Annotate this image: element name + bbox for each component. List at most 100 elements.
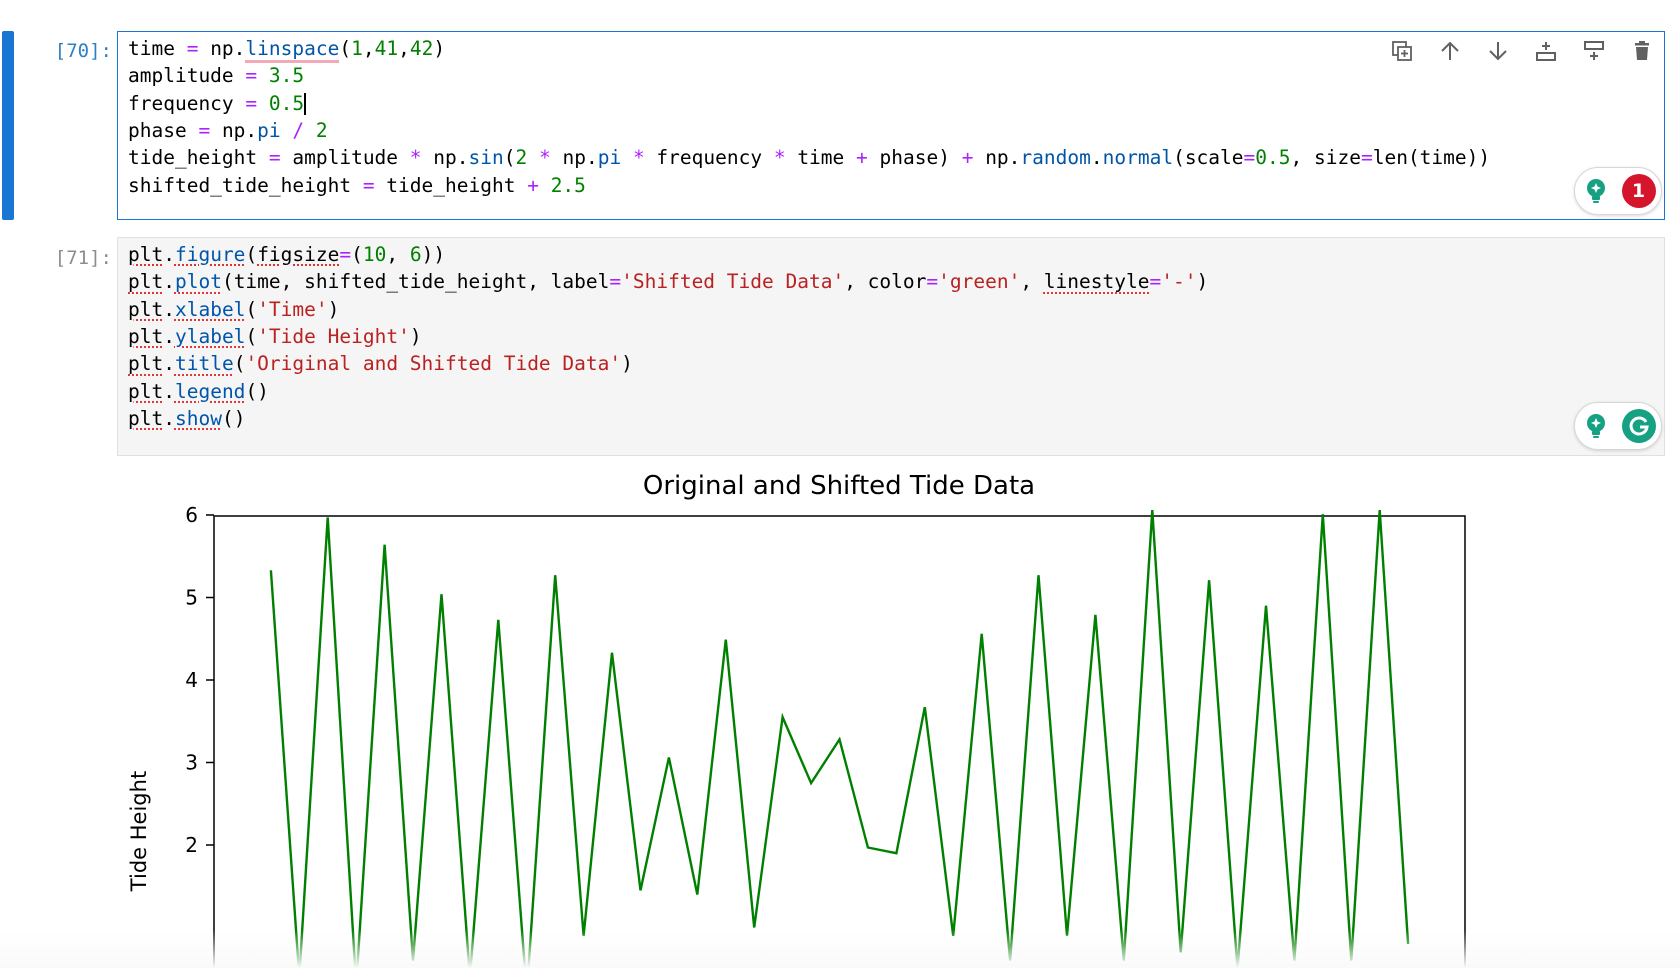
lightbulb-icon[interactable] <box>1581 411 1611 441</box>
code-token: linestyle <box>1043 270 1150 294</box>
active-cell-indicator <box>2 31 14 220</box>
code-token: , <box>362 37 375 60</box>
grammarly-widget-cell-70[interactable]: 1 <box>1574 167 1662 215</box>
y-tick-label: 5 <box>185 586 198 610</box>
code-token: (time, shifted_tide_height, label <box>221 270 610 294</box>
code-token: np. <box>210 118 258 142</box>
code-token: frequency <box>128 91 246 115</box>
code-token: () <box>221 406 246 430</box>
code-token: len(time)) <box>1372 146 1491 170</box>
code-token: 2.5 <box>550 173 586 197</box>
code-token: 'Shifted Tide Data' <box>621 270 845 294</box>
code-token: tide_height <box>128 146 269 170</box>
code-token: = <box>186 37 199 60</box>
series-line <box>269 510 1410 968</box>
code-token: / <box>292 118 305 142</box>
code-token: = <box>268 146 281 170</box>
duplicate-icon[interactable] <box>1389 38 1415 64</box>
move-up-icon[interactable] <box>1437 38 1463 64</box>
code-token: np. <box>973 146 1021 170</box>
grammarly-widget-cell-71[interactable] <box>1574 402 1662 450</box>
code-token: np. <box>198 37 246 60</box>
code-line: plt.xlabel('Time') <box>128 295 339 324</box>
code-token: np. <box>550 146 598 170</box>
code-token: ( <box>245 324 258 348</box>
code-token: . <box>163 352 175 376</box>
code-token: 10 <box>362 243 387 266</box>
move-down-icon[interactable] <box>1485 38 1511 64</box>
code-token: = <box>609 270 622 294</box>
code-line: plt.title('Original and Shifted Tide Dat… <box>128 349 633 378</box>
code-token: normal <box>1102 146 1174 170</box>
code-token: plt <box>128 324 164 348</box>
grammarly-issue-badge[interactable]: 1 <box>1621 174 1656 208</box>
chart-title: Original and Shifted Tide Data <box>643 471 1035 501</box>
code-token: * <box>538 146 551 170</box>
code-token: figure <box>174 243 246 266</box>
code-token: ) <box>621 352 633 376</box>
code-token: random <box>1020 146 1091 170</box>
code-token: + <box>961 146 974 170</box>
code-line: plt.figure(figsize=(10, 6)) <box>128 240 445 269</box>
grammarly-logo-icon[interactable] <box>1621 409 1656 443</box>
code-token: np. <box>421 146 469 170</box>
code-token: show <box>174 406 222 430</box>
code-token: = <box>1360 146 1373 170</box>
code-token: 2 <box>315 118 328 142</box>
code-token: plot <box>174 270 222 294</box>
code-token: plt <box>128 379 164 403</box>
code-token: = <box>339 243 352 266</box>
code-token: . <box>163 243 175 266</box>
code-line: time = np.linspace(1,41,42) <box>128 34 445 63</box>
code-token: pi <box>257 118 281 142</box>
code-token: . <box>163 324 175 348</box>
code-token: + <box>856 146 868 170</box>
code-token: amplitude <box>128 64 246 88</box>
code-line: plt.legend() <box>128 377 269 406</box>
code-token: , <box>1020 270 1044 294</box>
code-token: ) <box>327 297 340 321</box>
delete-icon[interactable] <box>1629 38 1655 64</box>
code-token: 'Tide Height' <box>257 324 410 348</box>
viewport-bottom-edge <box>0 930 1680 968</box>
code-line: plt.plot(time, shifted_tide_height, labe… <box>128 267 1208 296</box>
code-token: plt <box>128 243 164 266</box>
code-token: 2 <box>515 146 528 170</box>
code-token: + <box>527 173 539 197</box>
code-line: plt.show() <box>128 404 245 433</box>
code-token: , <box>386 243 410 266</box>
code-token: = <box>1149 270 1162 294</box>
code-line: plt.ylabel('Tide Height') <box>128 322 422 351</box>
code-token: 'Time' <box>257 297 328 321</box>
code-token: , color <box>844 270 927 294</box>
code-token: sin <box>468 146 504 170</box>
lightbulb-icon[interactable] <box>1581 176 1611 206</box>
code-token: = <box>362 173 375 197</box>
y-tick-label: 2 <box>185 833 198 857</box>
insert-below-icon[interactable] <box>1581 38 1607 64</box>
code-editor-cell-71[interactable]: plt.figure(figsize=(10, 6)) plt.plot(time… <box>117 237 1665 456</box>
code-token: phase) <box>867 146 962 170</box>
code-token: * <box>409 146 422 170</box>
code-token: 'Original and Shifted Tide Data' <box>245 352 622 376</box>
code-token: . <box>163 379 175 403</box>
code-token: ( <box>245 297 258 321</box>
code-token: 41 <box>374 37 399 60</box>
code-token: . <box>1090 146 1103 170</box>
code-token: , size <box>1290 146 1361 170</box>
tide-chart: Original and Shifted Tide Data 2 3 4 5 6 Tid… <box>127 471 1466 968</box>
cell-prompt-70: [70]: <box>54 40 112 62</box>
code-token: 'green' <box>938 270 1021 294</box>
y-tick-label: 4 <box>185 668 198 692</box>
code-token: plt <box>128 352 164 376</box>
code-token: plt <box>128 406 164 430</box>
code-token: legend <box>174 379 246 403</box>
code-token: shifted_tide_height <box>128 173 363 197</box>
insert-above-icon[interactable] <box>1533 38 1559 64</box>
code-token: ) <box>409 324 422 348</box>
